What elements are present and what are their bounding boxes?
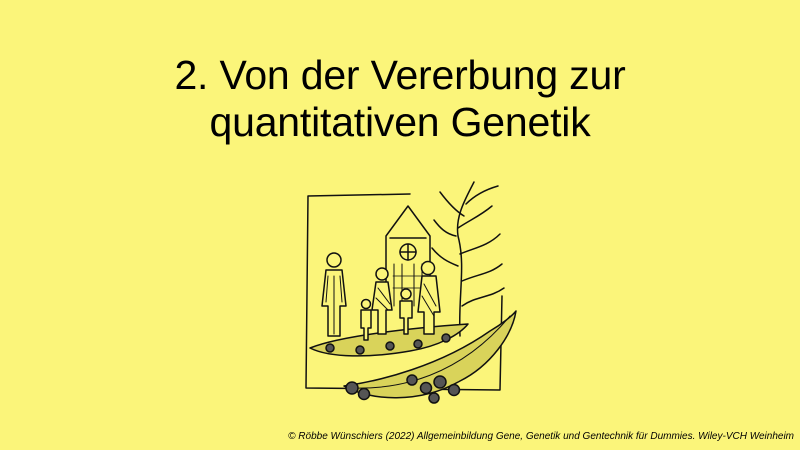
title-line-2: quantitativen Genetik (209, 99, 591, 145)
title-line-1: 2. Von der Vererbung zur (174, 52, 626, 98)
slide: 2. Von der Vererbung zur quantitativen G… (0, 0, 800, 450)
father-figure-icon (321, 252, 347, 337)
family-pea-pod-illustration (305, 181, 517, 404)
pea-plant-icon (431, 181, 505, 337)
image-credit: © Röbbe Wünschiers (2022) Allgemeinbildu… (288, 431, 794, 442)
mother1-figure-icon (371, 267, 393, 335)
child2-figure-icon (399, 288, 413, 335)
mother2-figure-icon (417, 260, 441, 335)
slide-title: 2. Von der Vererbung zur quantitativen G… (0, 52, 800, 146)
